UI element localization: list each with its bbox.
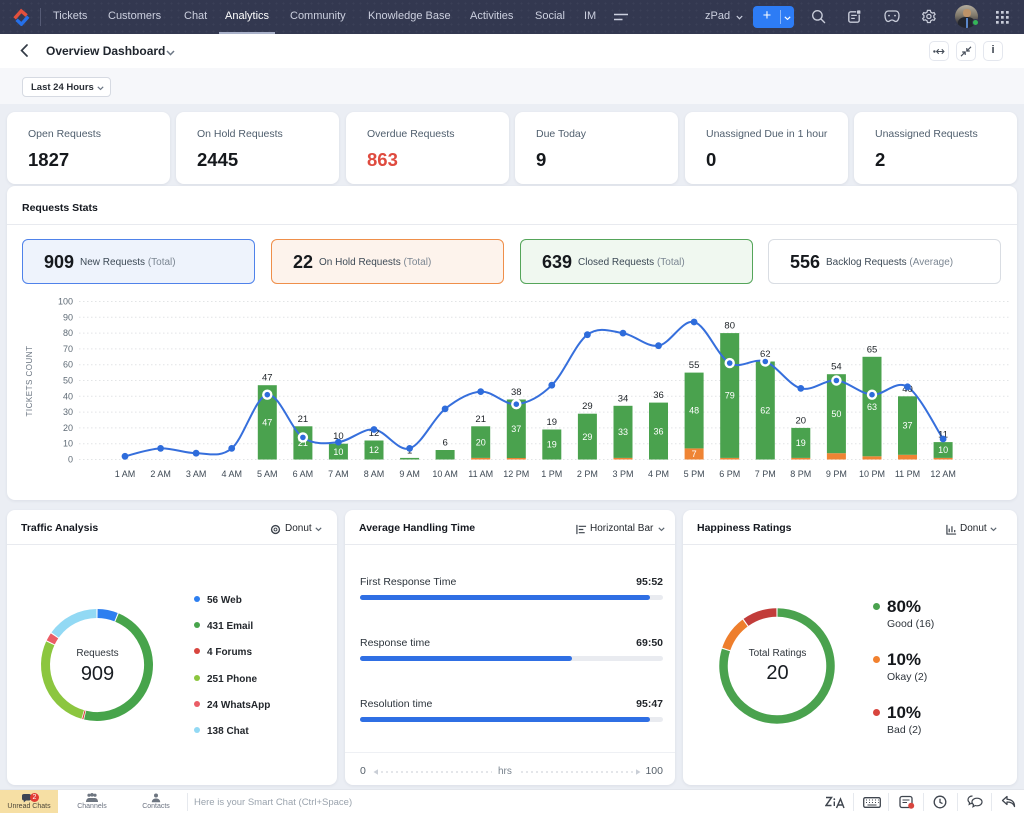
svg-text:29: 29 [582, 401, 593, 412]
svg-text:36: 36 [653, 426, 663, 436]
svg-text:37: 37 [902, 421, 912, 431]
svg-text:54: 54 [831, 362, 842, 373]
svg-text:20: 20 [796, 415, 807, 426]
svg-text:48: 48 [689, 406, 699, 416]
svg-text:90: 90 [63, 312, 73, 322]
svg-text:36: 36 [653, 390, 664, 401]
svg-text:2 AM: 2 AM [150, 469, 171, 479]
svg-text:10 PM: 10 PM [859, 469, 885, 479]
svg-text:8 PM: 8 PM [790, 469, 811, 479]
svg-text:37: 37 [511, 424, 521, 434]
svg-text:19: 19 [547, 417, 558, 428]
svg-text:63: 63 [867, 402, 877, 412]
svg-text:9 PM: 9 PM [826, 469, 847, 479]
svg-text:19: 19 [547, 440, 557, 450]
svg-text:47: 47 [262, 418, 272, 428]
svg-text:6 AM: 6 AM [293, 469, 314, 479]
svg-text:1 PM: 1 PM [541, 469, 562, 479]
svg-text:21: 21 [475, 414, 486, 425]
svg-text:0: 0 [68, 455, 73, 465]
svg-text:7 AM: 7 AM [328, 469, 349, 479]
svg-text:1 AM: 1 AM [115, 469, 136, 479]
svg-text:11 AM: 11 AM [468, 469, 493, 479]
svg-text:34: 34 [618, 393, 629, 404]
svg-text:20: 20 [63, 423, 73, 433]
svg-text:21: 21 [298, 414, 309, 425]
svg-text:2 PM: 2 PM [577, 469, 598, 479]
svg-text:7: 7 [692, 449, 697, 459]
svg-text:79: 79 [725, 391, 735, 401]
svg-text:40: 40 [63, 391, 73, 401]
svg-text:11 PM: 11 PM [895, 469, 920, 479]
svg-text:80: 80 [63, 328, 73, 338]
svg-text:5 AM: 5 AM [257, 469, 278, 479]
svg-text:50: 50 [831, 409, 841, 419]
svg-text:30: 30 [63, 407, 73, 417]
svg-text:6 PM: 6 PM [719, 469, 740, 479]
svg-text:100: 100 [58, 297, 73, 307]
svg-text:9 AM: 9 AM [399, 469, 420, 479]
svg-text:50: 50 [63, 376, 73, 386]
svg-text:4 PM: 4 PM [648, 469, 669, 479]
svg-text:10 AM: 10 AM [432, 469, 458, 479]
svg-text:62: 62 [760, 406, 770, 416]
svg-text:3 PM: 3 PM [612, 469, 633, 479]
svg-text:10: 10 [333, 447, 343, 457]
svg-text:12 PM: 12 PM [503, 469, 529, 479]
svg-text:19: 19 [796, 438, 806, 448]
svg-text:8 AM: 8 AM [364, 469, 385, 479]
svg-text:60: 60 [63, 360, 73, 370]
svg-text:7 PM: 7 PM [755, 469, 776, 479]
svg-text:6: 6 [442, 438, 447, 449]
svg-text:3 AM: 3 AM [186, 469, 207, 479]
svg-text:80: 80 [724, 321, 735, 332]
svg-text:4 AM: 4 AM [221, 469, 242, 479]
svg-text:33: 33 [618, 427, 628, 437]
svg-text:TICKETS COUNT: TICKETS COUNT [25, 346, 34, 417]
svg-text:10: 10 [938, 445, 948, 455]
svg-text:12: 12 [369, 445, 379, 455]
svg-text:38: 38 [511, 387, 522, 398]
svg-text:55: 55 [689, 360, 700, 371]
svg-text:47: 47 [262, 373, 273, 384]
svg-text:65: 65 [867, 344, 878, 355]
svg-text:10: 10 [63, 439, 73, 449]
svg-text:12 AM: 12 AM [930, 469, 956, 479]
svg-text:70: 70 [63, 344, 73, 354]
svg-text:20: 20 [476, 437, 486, 447]
svg-text:5 PM: 5 PM [684, 469, 705, 479]
svg-text:29: 29 [582, 432, 592, 442]
